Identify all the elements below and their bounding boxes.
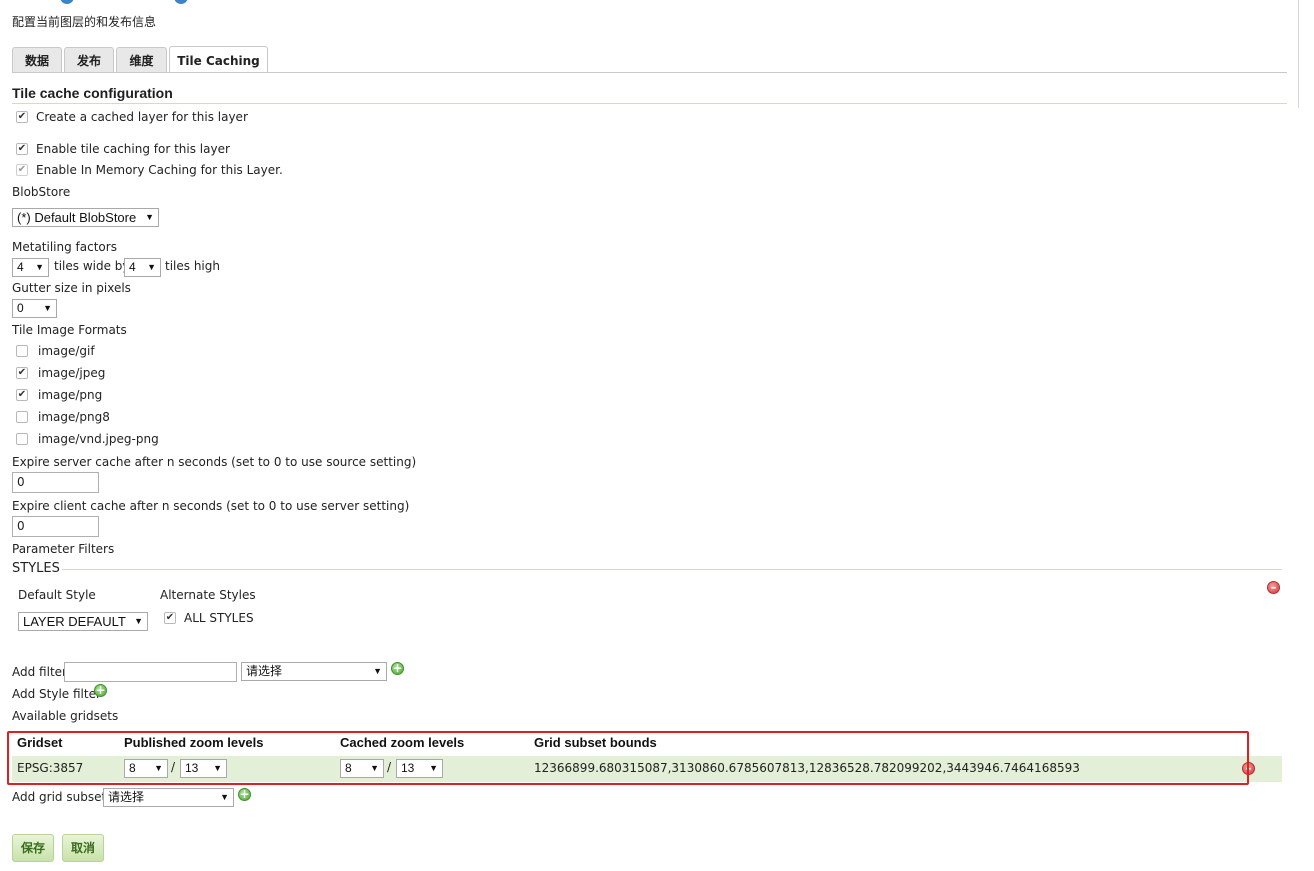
create-cached-layer-label: Create a cached layer for this layer xyxy=(36,110,248,124)
add-grid-subset-select[interactable]: 请选择 ▼ xyxy=(103,788,234,807)
format-png8-checkbox[interactable] xyxy=(16,411,28,423)
expire-server-label: Expire server cache after n seconds (set… xyxy=(12,455,417,469)
chevron-down-icon: ▼ xyxy=(134,616,143,626)
available-gridsets-label: Available gridsets xyxy=(12,709,119,723)
save-button[interactable]: 保存 xyxy=(12,834,55,862)
alternate-styles-label: Alternate Styles xyxy=(160,588,256,602)
all-styles-checkbox[interactable]: ✔ xyxy=(164,612,176,624)
format-png8-label: image/png8 xyxy=(38,410,110,424)
chevron-down-icon: ▼ xyxy=(145,212,154,222)
add-style-filter-plus-icon[interactable]: + xyxy=(94,684,107,697)
add-style-filter-label: Add Style filter xyxy=(12,687,101,701)
expire-client-input[interactable]: 0 xyxy=(12,516,99,537)
remove-styles-filter-icon[interactable]: – xyxy=(1267,581,1280,594)
cancel-button[interactable]: 取消 xyxy=(62,834,105,862)
enable-tile-caching-label: Enable tile caching for this layer xyxy=(36,142,230,156)
blobstore-label: BlobStore xyxy=(12,185,71,199)
tab-data[interactable]: 数据 xyxy=(12,47,62,73)
add-filter-type-value: 请选择 xyxy=(246,664,283,678)
format-vnd-jpeg-png-checkbox[interactable] xyxy=(16,433,28,445)
formats-label: Tile Image Formats xyxy=(12,323,127,337)
format-jpeg-label: image/jpeg xyxy=(38,366,106,380)
parameter-filters-label: Parameter Filters xyxy=(12,542,115,556)
gutter-label: Gutter size in pixels xyxy=(12,281,131,295)
add-filter-label: Add filter xyxy=(12,665,67,679)
metatiling-wide-value: 4 xyxy=(17,260,24,274)
header-decoration xyxy=(60,0,74,4)
styles-rule xyxy=(62,569,1282,570)
chevron-down-icon: ▼ xyxy=(220,792,229,802)
chevron-down-icon: ▼ xyxy=(43,303,52,313)
add-filter-type-select[interactable]: 请选择 ▼ xyxy=(241,662,387,681)
header-decoration xyxy=(174,0,188,4)
format-gif-label: image/gif xyxy=(38,344,95,358)
create-cached-layer-checkbox[interactable]: ✔ xyxy=(16,111,28,123)
tiles-high-text: tiles high xyxy=(165,259,220,273)
add-filter-plus-icon[interactable]: + xyxy=(391,662,404,675)
tiles-wide-text: tiles wide by xyxy=(54,259,130,273)
styles-legend: STYLES xyxy=(12,561,60,576)
add-filter-input[interactable] xyxy=(64,662,237,682)
format-gif-checkbox[interactable] xyxy=(16,345,28,357)
expire-server-input[interactable]: 0 xyxy=(12,472,99,493)
format-vnd-jpeg-png-label: image/vnd.jpeg-png xyxy=(38,432,159,446)
page-subtitle: 配置当前图层的和发布信息 xyxy=(12,15,157,29)
enable-tile-caching-checkbox[interactable]: ✔ xyxy=(16,143,28,155)
format-jpeg-checkbox[interactable]: ✔ xyxy=(16,367,28,379)
add-grid-subset-label: Add grid subset: xyxy=(12,790,111,804)
default-style-label: Default Style xyxy=(18,588,96,602)
format-png-checkbox[interactable]: ✔ xyxy=(16,389,28,401)
tab-publish[interactable]: 发布 xyxy=(64,47,114,73)
tab-dimensions[interactable]: 维度 xyxy=(116,47,167,73)
blobstore-select-value: (*) Default BlobStore xyxy=(17,210,137,225)
default-style-select[interactable]: LAYER DEFAULT ▼ xyxy=(18,612,148,631)
section-title: Tile cache configuration xyxy=(12,85,173,101)
tab-tile-caching[interactable]: Tile Caching xyxy=(169,46,268,73)
gutter-select[interactable]: 0 ▼ xyxy=(12,299,57,318)
blobstore-select[interactable]: (*) Default BlobStore ▼ xyxy=(12,208,159,227)
format-png-label: image/png xyxy=(38,388,103,402)
page-right-border xyxy=(1298,0,1299,108)
metatiling-high-select[interactable]: 4 ▼ xyxy=(124,258,161,277)
all-styles-label: ALL STYLES xyxy=(184,611,254,625)
default-style-value: LAYER DEFAULT xyxy=(23,614,126,629)
metatiling-label: Metatiling factors xyxy=(12,240,117,254)
section-rule xyxy=(12,103,1287,104)
metatiling-high-value: 4 xyxy=(129,260,136,274)
expire-client-label: Expire client cache after n seconds (set… xyxy=(12,499,410,513)
metatiling-wide-select[interactable]: 4 ▼ xyxy=(12,258,49,277)
enable-in-memory-label: Enable In Memory Caching for this Layer. xyxy=(36,163,283,177)
tabs-divider xyxy=(12,72,1287,73)
chevron-down-icon: ▼ xyxy=(35,262,44,272)
add-grid-subset-value: 请选择 xyxy=(108,790,145,804)
chevron-down-icon: ▼ xyxy=(373,666,382,676)
highlight-box xyxy=(7,731,1249,785)
add-grid-subset-plus-icon[interactable]: + xyxy=(238,788,251,801)
enable-in-memory-checkbox[interactable]: ✔ xyxy=(16,164,28,176)
chevron-down-icon: ▼ xyxy=(147,262,156,272)
gutter-value: 0 xyxy=(17,301,24,315)
